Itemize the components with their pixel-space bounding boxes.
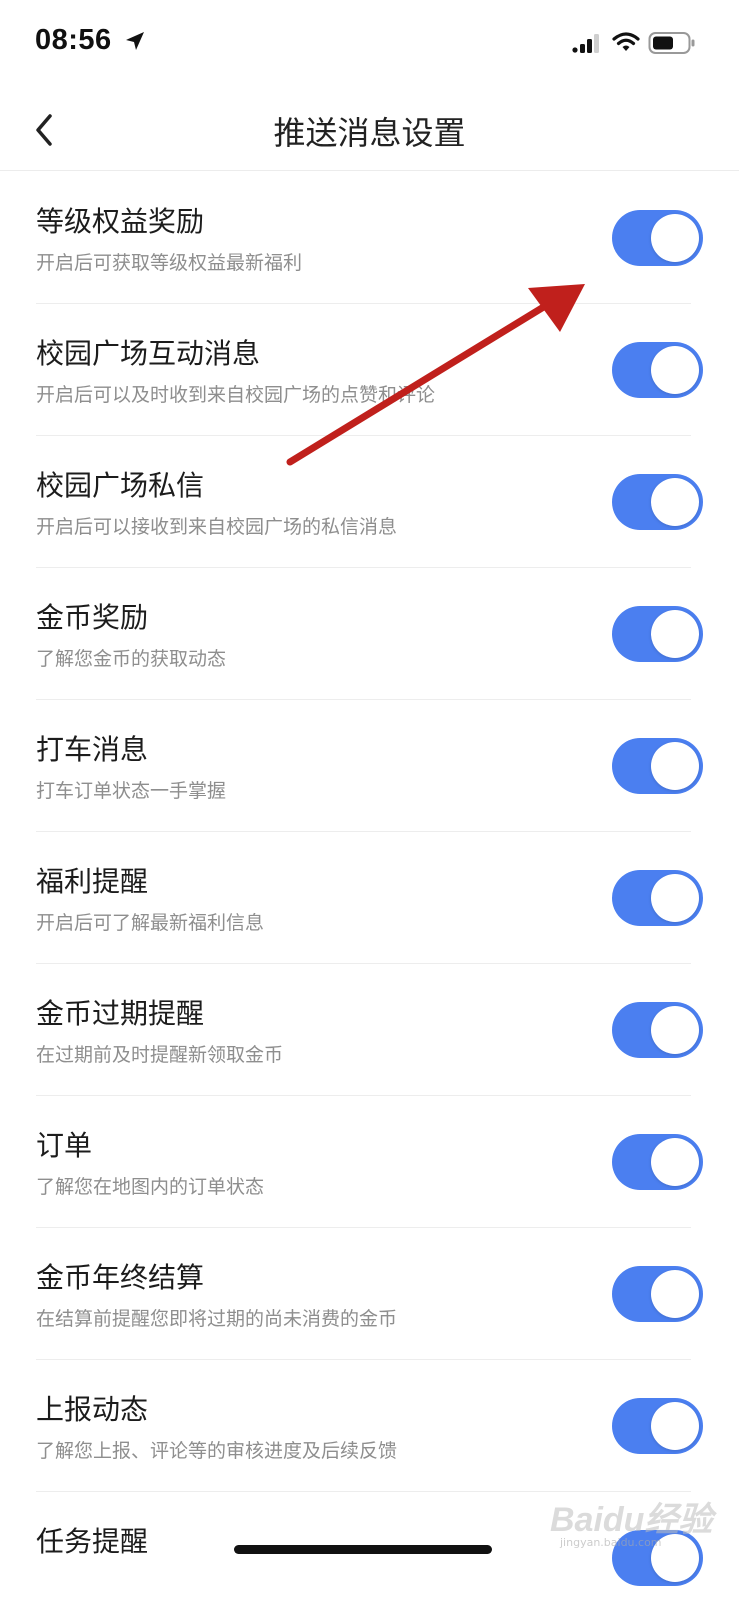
- campus-interaction-toggle[interactable]: [612, 342, 703, 398]
- setting-title: 等级权益奖励: [36, 205, 205, 238]
- setting-row-coin-settlement: 金币年终结算 在结算前提醒您即将过期的尚未消费的金币: [0, 1228, 739, 1360]
- setting-row-coin-expiry: 金币过期提醒 在过期前及时提醒新领取金币: [0, 964, 739, 1096]
- taxi-message-toggle[interactable]: [612, 738, 703, 794]
- toggle-knob: [651, 346, 699, 394]
- setting-title: 福利提醒: [36, 865, 149, 898]
- setting-title: 上报动态: [36, 1393, 149, 1426]
- setting-description: 开启后可以及时收到来自校园广场的点赞和评论: [36, 384, 436, 406]
- setting-title: 订单: [36, 1129, 93, 1162]
- toggle-knob: [651, 214, 699, 262]
- setting-description: 了解您在地图内的订单状态: [36, 1176, 265, 1198]
- setting-row-campus-interaction: 校园广场互动消息 开启后可以及时收到来自校园广场的点赞和评论: [0, 304, 739, 436]
- location-arrow-icon: [124, 30, 146, 56]
- setting-row-order: 订单 了解您在地图内的订单状态: [0, 1096, 739, 1228]
- report-status-toggle[interactable]: [612, 1398, 703, 1454]
- setting-title: 任务提醒: [36, 1525, 149, 1558]
- home-indicator[interactable]: [234, 1545, 492, 1554]
- toggle-knob: [651, 1138, 699, 1186]
- setting-description: 了解您金币的获取动态: [36, 648, 227, 670]
- task-reminder-toggle[interactable]: [612, 1530, 703, 1586]
- status-bar: 08:56: [0, 0, 739, 90]
- setting-row-report-status: 上报动态 了解您上报、评论等的审核进度及后续反馈: [0, 1360, 739, 1492]
- toggle-knob: [651, 1534, 699, 1582]
- page-title: 推送消息设置: [273, 114, 466, 152]
- benefit-reminder-toggle[interactable]: [612, 870, 703, 926]
- setting-description: 在过期前及时提醒新领取金币: [36, 1044, 284, 1066]
- settings-list: 等级权益奖励 开启后可获取等级权益最新福利 校园广场互动消息 开启后可以及时收到…: [0, 172, 739, 1624]
- toggle-knob: [651, 874, 699, 922]
- toggle-knob: [651, 1006, 699, 1054]
- signal-icon: [572, 34, 602, 58]
- coin-reward-toggle[interactable]: [612, 606, 703, 662]
- setting-row-task-reminder: 任务提醒: [0, 1492, 739, 1624]
- setting-description: 开启后可获取等级权益最新福利: [36, 252, 303, 274]
- wifi-icon: [612, 31, 640, 57]
- setting-row-campus-private-message: 校园广场私信 开启后可以接收到来自校园广场的私信消息: [0, 436, 739, 568]
- setting-title: 金币过期提醒: [36, 997, 205, 1030]
- setting-description: 开启后可了解最新福利信息: [36, 912, 265, 934]
- toggle-knob: [651, 1402, 699, 1450]
- coin-settlement-toggle[interactable]: [612, 1266, 703, 1322]
- setting-row-level-benefits: 等级权益奖励 开启后可获取等级权益最新福利: [0, 172, 739, 304]
- status-time: 08:56: [35, 24, 112, 56]
- setting-description: 在结算前提醒您即将过期的尚未消费的金币: [36, 1308, 398, 1330]
- setting-title: 校园广场私信: [36, 469, 205, 502]
- setting-title: 金币年终结算: [36, 1261, 205, 1294]
- coin-expiry-toggle[interactable]: [612, 1002, 703, 1058]
- toggle-knob: [651, 478, 699, 526]
- nav-bar: 推送消息设置: [0, 90, 739, 171]
- setting-title: 校园广场互动消息: [36, 337, 261, 370]
- setting-row-coin-reward: 金币奖励 了解您金币的获取动态: [0, 568, 739, 700]
- setting-description: 开启后可以接收到来自校园广场的私信消息: [36, 516, 398, 538]
- campus-private-message-toggle[interactable]: [612, 474, 703, 530]
- setting-description: 了解您上报、评论等的审核进度及后续反馈: [36, 1440, 398, 1462]
- setting-description: 打车订单状态一手掌握: [36, 780, 227, 802]
- order-toggle[interactable]: [612, 1134, 703, 1190]
- setting-row-taxi-message: 打车消息 打车订单状态一手掌握: [0, 700, 739, 832]
- toggle-knob: [651, 610, 699, 658]
- toggle-knob: [651, 1270, 699, 1318]
- battery-icon: [648, 31, 696, 59]
- level-benefits-toggle[interactable]: [612, 210, 703, 266]
- setting-row-benefit-reminder: 福利提醒 开启后可了解最新福利信息: [0, 832, 739, 964]
- toggle-knob: [651, 742, 699, 790]
- setting-title: 金币奖励: [36, 601, 149, 634]
- setting-title: 打车消息: [36, 733, 149, 766]
